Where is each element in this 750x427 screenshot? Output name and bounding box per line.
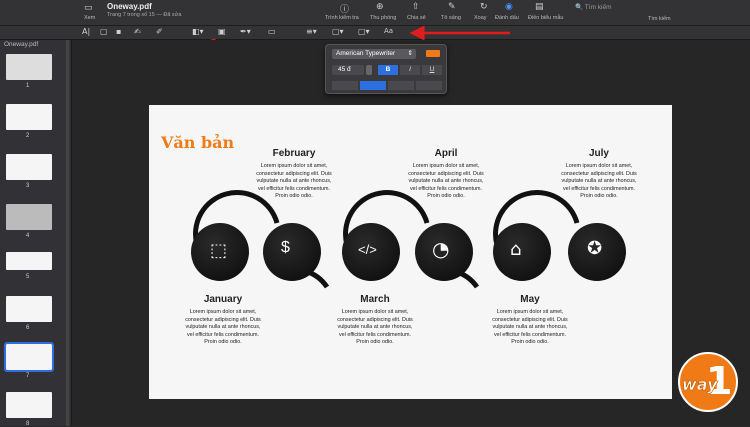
month-january: January <box>203 294 243 305</box>
timeline-circle-april: ◔ <box>415 223 473 281</box>
logo-text: way <box>682 375 718 394</box>
pdf-page[interactable]: Văn bản February Lorem ipsum dolor sit a… <box>149 105 672 399</box>
month-march: March <box>360 294 390 305</box>
code-file-icon: </> <box>358 242 377 257</box>
page-thumbnail-3[interactable] <box>6 154 52 180</box>
font-size-stepper[interactable] <box>366 65 372 75</box>
page-thumbnail-7[interactable] <box>4 342 54 372</box>
page-number: 3 <box>26 183 30 189</box>
page-thumbnail-2[interactable] <box>6 104 52 130</box>
timeline-circle-march: </> <box>342 223 400 281</box>
underline-button[interactable]: U <box>422 65 442 75</box>
text-color-swatch[interactable] <box>426 50 440 57</box>
page-thumbnail-1[interactable] <box>6 54 52 80</box>
font-family-select[interactable]: American Typewriter ⇕ <box>332 49 416 59</box>
page-thumbnail-5[interactable] <box>6 252 52 270</box>
text-format-popover: American Typewriter ⇕ 45 đ B I U <box>325 44 447 94</box>
sidebar-title: Oneway.pdf <box>4 41 39 48</box>
month-body-march: Lorem ipsum dolor sit amet, consectetur … <box>337 309 413 346</box>
timeline-circle-february: $ <box>263 223 321 281</box>
bold-button[interactable]: B <box>378 65 398 75</box>
oneway-logo: 1 way <box>678 352 738 412</box>
align-left-button[interactable] <box>332 81 358 90</box>
page-thumbnail-8[interactable] <box>6 392 52 418</box>
month-body-may: Lorem ipsum dolor sit amet, consectetur … <box>492 309 568 346</box>
sidebar-scrollbar[interactable] <box>66 40 69 426</box>
pie-chart-icon: ◔ <box>432 237 450 261</box>
align-justify-button[interactable] <box>416 81 442 90</box>
month-body-january: Lorem ipsum dolor sit amet, consectetur … <box>185 309 261 346</box>
page-number: 1 <box>26 83 30 89</box>
page-thumbnail-6[interactable] <box>6 296 52 322</box>
box-icon: ⬚ <box>210 240 228 261</box>
award-badge-icon: ✪ <box>587 238 603 259</box>
align-right-button[interactable] <box>388 81 414 90</box>
page-number: 6 <box>26 325 30 331</box>
font-size-field[interactable]: 45 đ <box>332 65 364 75</box>
page-number: 7 <box>26 373 30 379</box>
timeline-circle-january: ⬚ <box>191 223 249 281</box>
italic-button[interactable]: I <box>400 65 420 75</box>
graduation-cap-icon: ⌂ <box>510 239 522 260</box>
dollar-lock-icon: $ <box>281 239 290 256</box>
thumbnail-sidebar: Oneway.pdf 1 2 3 4 5 6 7 8 <box>0 40 72 427</box>
timeline-circle-may: ⌂ <box>493 223 551 281</box>
align-center-button[interactable] <box>360 81 386 90</box>
chevron-updown-icon: ⇕ <box>407 50 413 57</box>
page-number: 5 <box>26 274 30 280</box>
page-number: 8 <box>26 421 30 427</box>
page-number: 2 <box>26 133 30 139</box>
font-family-value: American Typewriter <box>336 50 396 57</box>
timeline-circle-july: ✪ <box>568 223 626 281</box>
page-number: 4 <box>26 233 30 239</box>
month-may: May <box>520 294 540 305</box>
page-thumbnail-4[interactable] <box>6 204 52 230</box>
